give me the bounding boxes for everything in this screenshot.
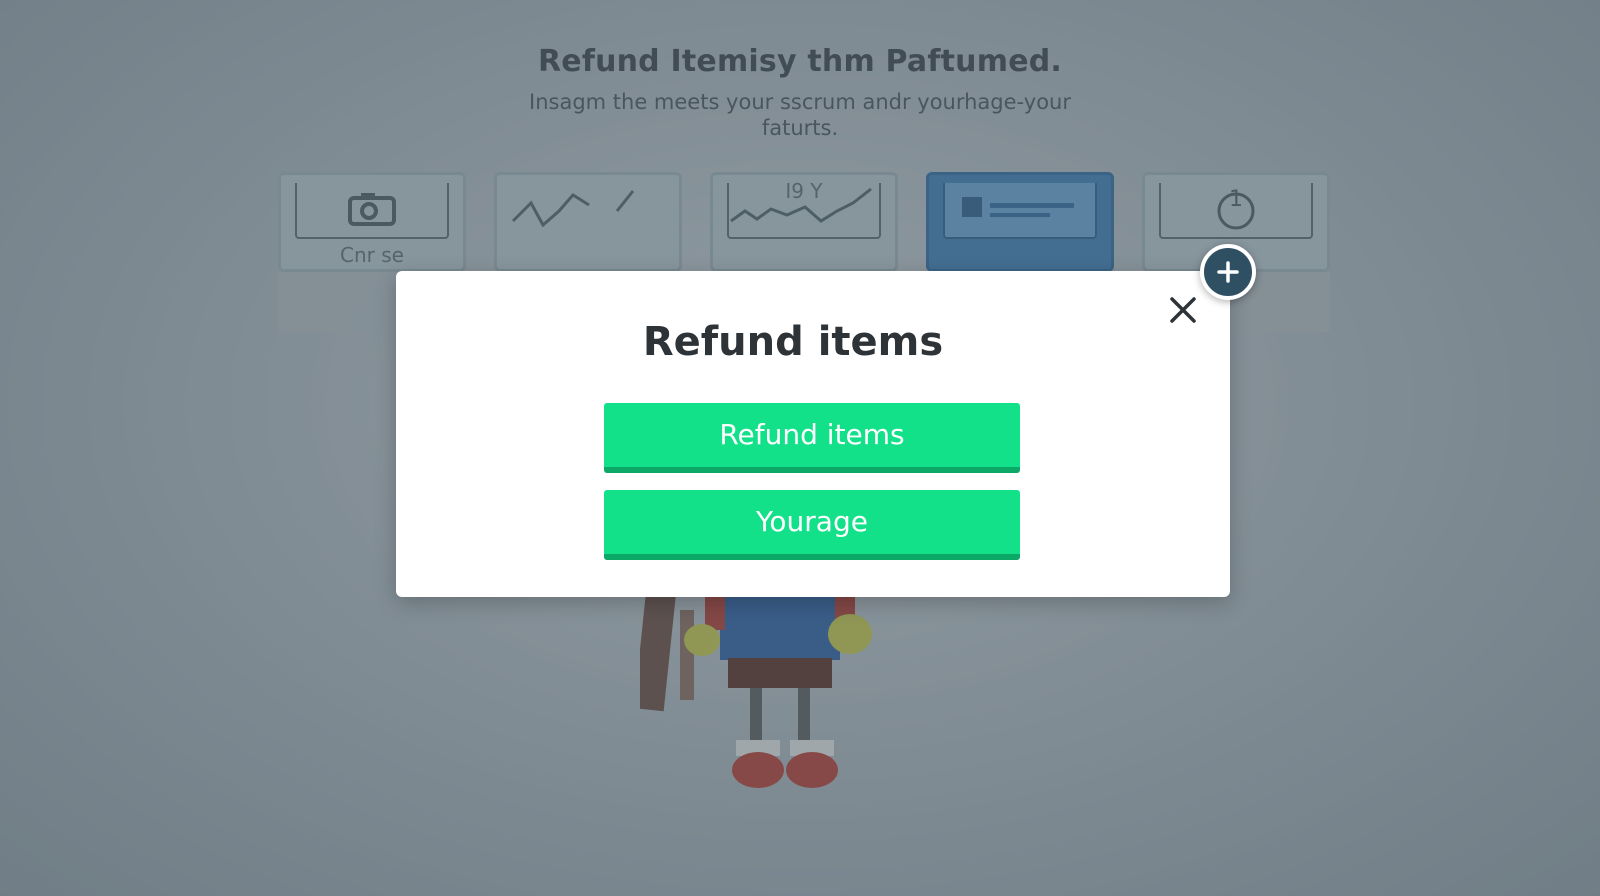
refund-items-button[interactable]: Refund items [604,403,1020,473]
plus-icon [1217,261,1239,283]
dialog-title: Refund items [642,319,944,365]
refund-dialog: Refund items Refund items Yourage [396,271,1230,597]
plus-button[interactable] [1200,244,1256,300]
yourage-button[interactable]: Yourage [604,490,1020,560]
close-icon[interactable] [1166,293,1200,327]
